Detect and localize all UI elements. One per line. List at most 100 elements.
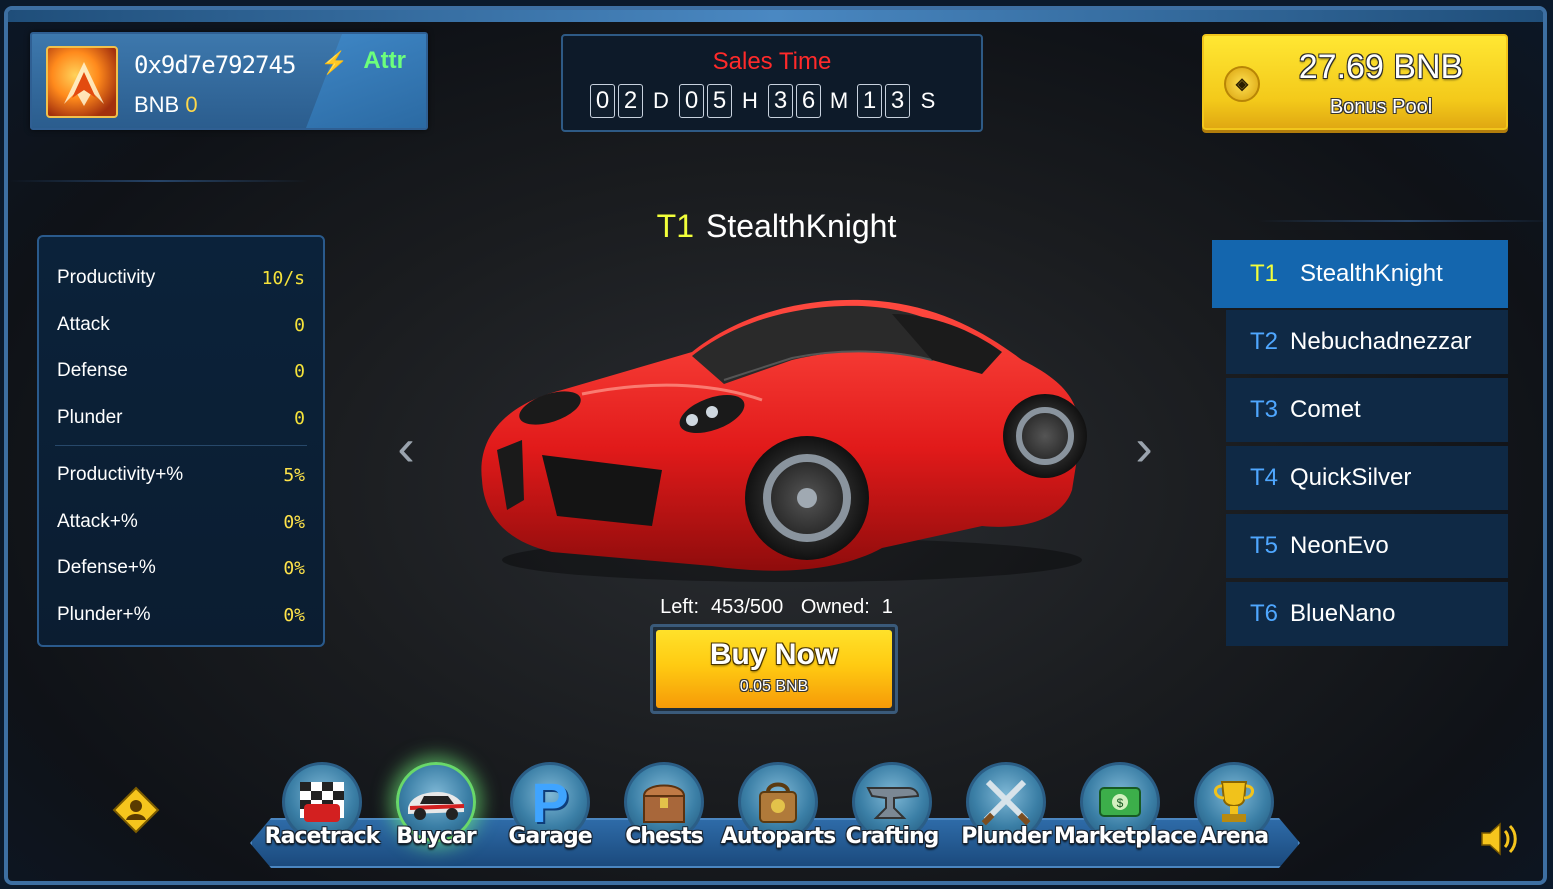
- sales-timer-panel: Sales Time 0 2 D 0 5 H 3 6 M 1 3 S: [561, 34, 983, 132]
- owned-label: Owned:: [800, 596, 870, 618]
- stat-value: 0%: [283, 557, 305, 579]
- stat-attack-bonus: Attack+% 0%: [57, 507, 305, 537]
- car-tier: T1: [656, 208, 694, 244]
- nav-label: Marketplace: [1054, 824, 1197, 849]
- svg-text:$: $: [1117, 796, 1124, 810]
- timer-unit-hours: H: [742, 88, 758, 113]
- sports-car-icon: [481, 299, 1087, 582]
- nav-label: Autoparts: [720, 824, 836, 849]
- stat-plunder: Plunder 0: [57, 403, 305, 433]
- buy-now-label: Buy Now: [709, 638, 839, 671]
- bonus-pool-panel: ◈ 27.69 BNB Bonus Pool: [1202, 34, 1508, 130]
- nav-chests[interactable]: Chests: [608, 752, 720, 862]
- timer-digit: 5: [707, 84, 732, 118]
- next-car-arrow-icon[interactable]: ›: [1124, 419, 1164, 477]
- phoenix-icon: [64, 62, 104, 106]
- tier-name: NeonEvo: [1290, 532, 1389, 559]
- nav-label: Crafting: [845, 824, 940, 849]
- sound-icon[interactable]: [1478, 818, 1520, 860]
- tier-name: BlueNano: [1290, 600, 1396, 627]
- stat-value: 10/s: [261, 267, 305, 289]
- tier-item-t1[interactable]: T1 StealthKnight: [1212, 240, 1508, 308]
- stat-label: Attack: [57, 314, 110, 335]
- timer-digit: 3: [768, 84, 793, 118]
- buy-now-face[interactable]: Buy Now 0.05 BNB: [656, 630, 892, 708]
- nav-label: Chests: [625, 824, 703, 849]
- stat-value: 0%: [283, 511, 305, 533]
- stat-productivity: Productivity 10/s: [57, 263, 305, 293]
- bnb-balance: BNB 0: [134, 92, 198, 118]
- nav-arena[interactable]: Arena: [1178, 752, 1290, 862]
- nav-label: Plunder: [961, 824, 1052, 849]
- stat-value: 5%: [283, 464, 305, 486]
- help-icon[interactable]: [112, 786, 160, 834]
- nav-autoparts[interactable]: Autoparts: [721, 752, 836, 862]
- countdown: 0 2 D 0 5 H 3 6 M 1 3 S: [590, 84, 943, 118]
- buy-now-button[interactable]: Buy Now 0.05 BNB: [650, 624, 898, 714]
- tier-name: QuickSilver: [1290, 464, 1412, 491]
- tier-code: T2: [1250, 328, 1279, 355]
- nav-label: Racetrack: [264, 824, 381, 849]
- stat-label: Productivity+%: [57, 464, 184, 485]
- stat-value: 0: [294, 314, 305, 336]
- tier-name: Nebuchadnezzar: [1290, 328, 1472, 355]
- tier-item-t6[interactable]: T6 BlueNano: [1226, 582, 1508, 646]
- timer-unit-minutes: M: [829, 88, 849, 113]
- nav-plunder[interactable]: Plunder: [950, 752, 1062, 862]
- owned-value: 1: [881, 596, 893, 618]
- stat-label: Plunder: [57, 407, 123, 428]
- car-name: StealthKnight: [705, 208, 897, 244]
- timer-digit: 1: [857, 84, 882, 118]
- tier-item-t2[interactable]: T2 Nebuchadnezzar: [1226, 310, 1508, 374]
- nav-racetrack[interactable]: Racetrack: [265, 752, 380, 862]
- nav-label: Buycar: [396, 824, 477, 849]
- nav-crafting[interactable]: Crafting: [836, 752, 948, 862]
- sales-time-title: Sales Time: [712, 48, 832, 75]
- timer-digit: 6: [796, 84, 821, 118]
- tier-name: StealthKnight: [1300, 260, 1443, 287]
- nav-garage[interactable]: P Garage: [494, 752, 606, 862]
- bnb-coin-icon: ◈: [1224, 66, 1260, 102]
- stat-label: Defense: [57, 360, 128, 381]
- timer-unit-seconds: S: [920, 88, 936, 113]
- stat-value: 0: [294, 360, 305, 382]
- tier-item-t5[interactable]: T5 NeonEvo: [1226, 514, 1508, 578]
- tier-code: T3: [1250, 396, 1279, 423]
- tier-code: T1: [1250, 260, 1279, 287]
- bonus-pool-label: Bonus Pool: [1329, 96, 1433, 118]
- bonus-pool-value: 27.69 BNB: [1298, 48, 1464, 86]
- timer-digit: 3: [885, 84, 910, 118]
- bnb-value: 0: [185, 92, 198, 117]
- stat-productivity-bonus: Productivity+% 5%: [57, 460, 305, 490]
- timer-unit-days: D: [653, 88, 669, 113]
- car-stats-panel: Productivity 10/s Attack 0 Defense 0 Plu…: [37, 235, 325, 647]
- nav-marketplace[interactable]: $ Marketplace: [1054, 752, 1197, 862]
- stats-divider: [55, 445, 307, 446]
- stat-label: Attack+%: [57, 511, 138, 532]
- timer-digit: 0: [590, 84, 615, 118]
- tier-code: T4: [1250, 464, 1279, 491]
- avatar[interactable]: [46, 46, 118, 118]
- nav-buycar[interactable]: Buycar: [380, 752, 492, 862]
- bnb-label: BNB: [134, 92, 180, 117]
- timer-digit: 2: [618, 84, 643, 118]
- tier-code: T6: [1250, 600, 1279, 627]
- stat-defense-bonus: Defense+% 0%: [57, 553, 305, 583]
- tier-item-t4[interactable]: T4 QuickSilver: [1226, 446, 1508, 510]
- tier-item-t3[interactable]: T3 Comet: [1226, 378, 1508, 442]
- stat-label: Productivity: [57, 267, 156, 288]
- previous-car-arrow-icon[interactable]: ‹: [386, 419, 426, 477]
- left-value: 453/500: [711, 596, 784, 618]
- light-beam: [8, 180, 308, 182]
- timer-digit: 0: [679, 84, 704, 118]
- attr-button[interactable]: Attr: [363, 47, 406, 75]
- buy-now-price: 0.05 BNB: [739, 678, 809, 695]
- stat-label: Defense+%: [57, 557, 156, 578]
- tier-code: T5: [1250, 532, 1279, 559]
- wallet-address: 0x9d7e792745: [134, 51, 296, 79]
- lightning-icon: ⚡: [320, 50, 348, 75]
- stat-value: 0: [294, 407, 305, 429]
- stat-defense: Defense 0: [57, 356, 305, 386]
- player-profile-panel: 0x9d7e792745 BNB 0 ⚡ Attr: [30, 32, 428, 130]
- stat-attack: Attack 0: [57, 310, 305, 340]
